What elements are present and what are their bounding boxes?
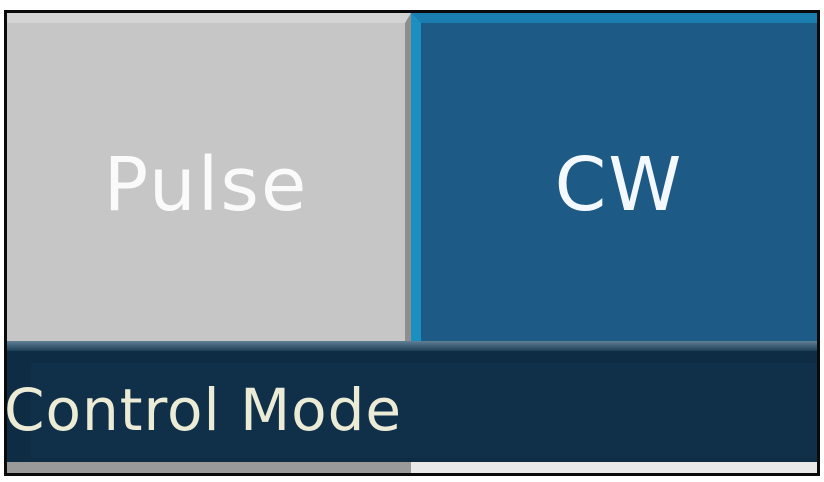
bottom-indicator-bar (7, 462, 817, 473)
cw-mode-button[interactable]: CW (411, 13, 817, 341)
cw-mode-label: CW (554, 142, 684, 228)
toggle-divider (7, 341, 817, 351)
bottom-indicator-fill (7, 462, 411, 473)
pulse-mode-button[interactable]: Pulse (7, 13, 411, 341)
mode-toggle-group: Pulse CW (7, 13, 817, 341)
control-mode-caption: Control Mode (4, 376, 403, 444)
pulse-mode-label: Pulse (103, 142, 309, 228)
